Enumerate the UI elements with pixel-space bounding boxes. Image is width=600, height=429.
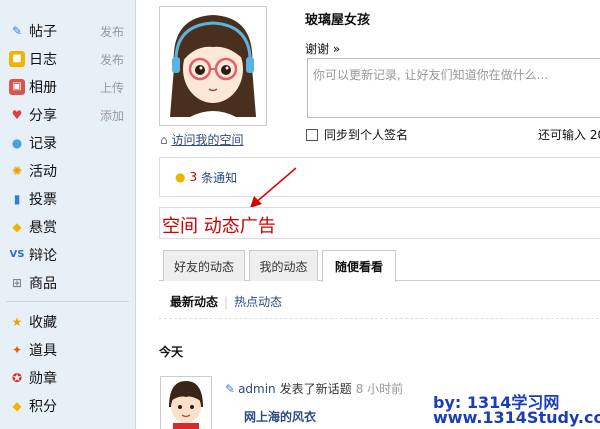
record-icon: ●: [11, 136, 23, 150]
sidebar-nav: ✎ 帖子 发布 ■ 日志 发布 ▣ 相册 上传 ♥ 分享 添加 ● 记录 ✺ 活…: [0, 0, 135, 297]
favorite-icon: ★: [11, 315, 23, 329]
home-icon: ⌂: [160, 133, 168, 147]
sidebar-item-activity[interactable]: ✺ 活动: [0, 157, 135, 185]
sidebar-item-action[interactable]: 添加: [100, 107, 124, 124]
post-icon: ✎: [11, 24, 23, 38]
tab-my-feed[interactable]: 我的动态: [249, 250, 318, 281]
subtab-latest[interactable]: 最新动态: [170, 293, 218, 310]
sidebar-item-action[interactable]: 发布: [100, 23, 124, 40]
avatar-illustration: [160, 7, 266, 125]
goods-icon: ⊞: [11, 276, 23, 290]
tools-icon: ✦: [11, 343, 23, 357]
sidebar-item-label: 活动: [29, 164, 57, 180]
points-icon: ◆: [12, 399, 22, 413]
post-icon: ✎: [225, 381, 236, 396]
notice-count[interactable]: 3: [189, 170, 197, 184]
activity-icon: ✺: [11, 164, 23, 178]
divider: [159, 318, 600, 319]
feed-user[interactable]: admin: [238, 382, 276, 396]
username[interactable]: 玻璃屋女孩: [305, 9, 370, 28]
section-title: 今天: [159, 345, 184, 359]
space-ad: 空间 动态广告: [159, 207, 600, 239]
sidebar-item-action[interactable]: 发布: [100, 51, 124, 68]
notice-text[interactable]: 条通知: [201, 169, 237, 186]
sidebar-item-label: 辩论: [29, 248, 57, 264]
sidebar-item-favorite[interactable]: ★ 收藏: [0, 308, 135, 336]
page: ✎ 帖子 发布 ■ 日志 发布 ▣ 相册 上传 ♥ 分享 添加 ● 记录 ✺ 活…: [0, 0, 600, 429]
feed-title[interactable]: 网上海的风衣: [244, 408, 316, 425]
sidebar-item-points[interactable]: ◆ 积分: [0, 392, 135, 420]
remaining-count: 还可输入 20: [538, 128, 600, 142]
say-label: 谢谢 »: [305, 42, 341, 56]
sidebar-item-reward[interactable]: ◆ 悬赏: [0, 213, 135, 241]
sidebar-item-goods[interactable]: ⊞ 商品: [0, 269, 135, 297]
sidebar-item-action[interactable]: 上传: [100, 79, 124, 96]
feed-entry: ✎ admin 发表了新话题 8 小时前: [225, 380, 403, 397]
sidebar-item-label: 勋章: [29, 371, 57, 387]
lightbulb-icon: ●: [175, 170, 186, 184]
notification-bar[interactable]: ● 3 条通知: [159, 157, 600, 197]
feed-avatar[interactable]: [160, 376, 212, 429]
sidebar-item-share[interactable]: ♥ 分享 添加: [0, 101, 135, 129]
avatar-illustration: [161, 377, 211, 429]
poll-icon: ▮: [13, 192, 21, 206]
share-icon: ♥: [11, 108, 23, 122]
sync-checkbox[interactable]: [306, 128, 318, 141]
medal-icon: ✪: [11, 371, 23, 385]
sidebar-item-tools[interactable]: ✦ 道具: [0, 336, 135, 364]
album-icon: ▣: [9, 79, 25, 95]
subtab-divider: |: [224, 294, 229, 309]
feed-time: 8 小时前: [355, 382, 404, 396]
reward-icon: ◆: [12, 220, 22, 234]
status-input[interactable]: 你可以更新记录, 让好友们知道你在做什么...: [307, 58, 600, 118]
sidebar-item-label: 道具: [29, 343, 57, 359]
watermark-line2: www.1314Study.com: [433, 408, 600, 427]
sidebar-nav-secondary: ★ 收藏 ✦ 道具 ✪ 勋章 ◆ 积分: [0, 306, 135, 420]
sidebar-item-label: 帖子: [29, 24, 57, 40]
sidebar-divider: [6, 301, 129, 302]
profile-avatar[interactable]: [159, 6, 267, 126]
sidebar-item-label: 积分: [29, 399, 57, 415]
sidebar-item-label: 相册: [29, 80, 57, 96]
sidebar-item-album[interactable]: ▣ 相册 上传: [0, 73, 135, 101]
debate-icon: VS: [9, 249, 25, 260]
tab-browse[interactable]: 随便看看: [322, 250, 396, 282]
tab-friends-feed[interactable]: 好友的动态: [163, 250, 245, 281]
blog-icon: ■: [9, 51, 25, 67]
sidebar-item-label: 日志: [29, 52, 57, 68]
feed-tabs: 好友的动态 我的动态 随便看看: [159, 248, 600, 282]
sync-signature[interactable]: 同步到个人签名: [306, 126, 408, 143]
sidebar-item-blog[interactable]: ■ 日志 发布: [0, 45, 135, 73]
sidebar-item-label: 记录: [29, 136, 57, 152]
feed-action: 发表了新话题: [279, 382, 352, 396]
sidebar-item-label: 投票: [29, 192, 57, 208]
sidebar-item-record[interactable]: ● 记录: [0, 129, 135, 157]
sidebar-item-post[interactable]: ✎ 帖子 发布: [0, 17, 135, 45]
sidebar-item-label: 收藏: [29, 315, 57, 331]
sidebar-item-label: 悬赏: [29, 220, 57, 236]
sync-label: 同步到个人签名: [324, 128, 409, 142]
visit-space[interactable]: ⌂ 访问我的空间: [160, 131, 243, 148]
subtab-hot[interactable]: 热点动态: [234, 293, 282, 310]
sidebar-item-medal[interactable]: ✪ 勋章: [0, 364, 135, 392]
feed-subtabs: 最新动态 | 热点动态: [170, 293, 282, 310]
visit-space-link[interactable]: 访问我的空间: [171, 133, 243, 147]
sidebar-item-debate[interactable]: VS 辩论: [0, 241, 135, 269]
sidebar: ✎ 帖子 发布 ■ 日志 发布 ▣ 相册 上传 ♥ 分享 添加 ● 记录 ✺ 活…: [0, 0, 136, 429]
sidebar-item-poll[interactable]: ▮ 投票: [0, 185, 135, 213]
sidebar-item-label: 商品: [29, 276, 57, 292]
sidebar-item-label: 分享: [29, 108, 57, 124]
